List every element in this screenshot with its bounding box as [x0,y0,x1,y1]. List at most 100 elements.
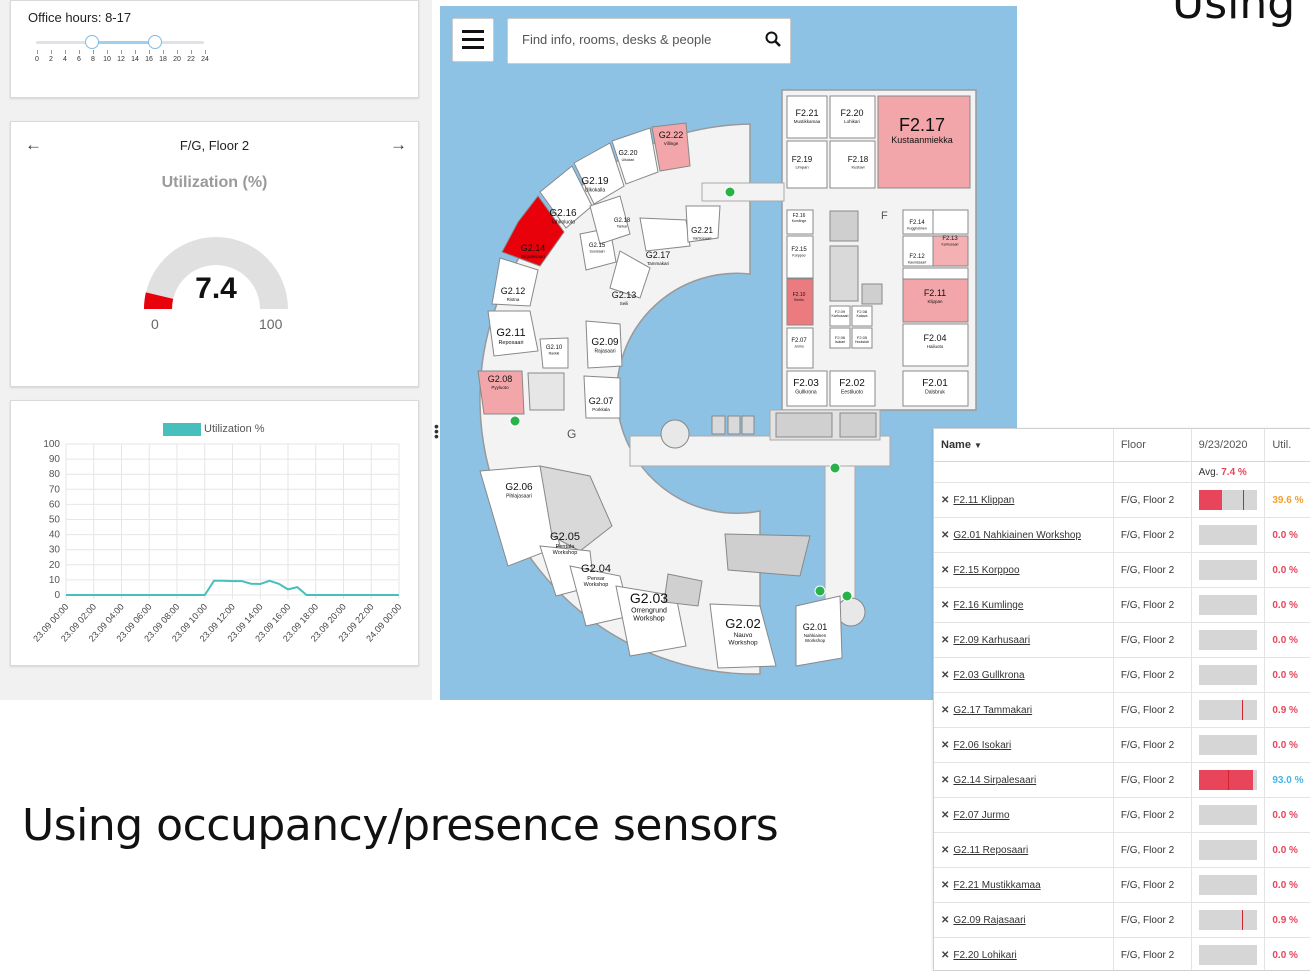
room-name-cell: ✕ F2.16 Kumlinge [934,588,1113,623]
column-header-date[interactable]: 9/23/2020 [1191,429,1265,462]
room-label[interactable]: F2.01 [922,378,948,389]
arrow-right-icon[interactable]: → [390,135,407,155]
table-row[interactable]: ✕G2.14 SirpalesaariF/G, Floor 293.0 % [934,763,1310,798]
room-label[interactable]: F2.19 [792,155,813,164]
column-header-floor[interactable]: Floor [1113,429,1191,462]
close-icon[interactable]: ✕ [941,600,949,611]
table-row[interactable]: ✕G2.01 Nahkiainen WorkshopF/G, Floor 20.… [934,518,1310,553]
room-link[interactable]: G2.17 Tammakari [953,705,1032,716]
room-label[interactable]: F2.13 [942,236,958,242]
room-link[interactable]: F2.21 Mustikkamaa [953,880,1040,891]
room-link[interactable]: G2.09 Rajasaari [953,915,1025,926]
room-label[interactable]: G2.11 [496,327,525,339]
close-icon[interactable]: ✕ [941,915,949,926]
close-icon[interactable]: ✕ [941,495,949,506]
room-label[interactable]: G2.10 [546,345,563,351]
room-link[interactable]: G2.01 Nahkiainen Workshop [953,530,1081,541]
room-label[interactable]: G2.01 [803,622,828,632]
room-name-label: Kustavi [851,164,864,169]
room-label[interactable]: G2.07 [589,396,614,406]
table-row[interactable]: ✕G2.09 RajasaariF/G, Floor 20.9 % [934,903,1310,938]
room-label[interactable]: G2.17 [646,250,671,260]
room-link[interactable]: F2.11 Klippan [953,495,1014,506]
room-link[interactable]: F2.03 Gullkrona [953,670,1024,681]
room-label[interactable]: G2.21 [691,226,713,235]
column-header-util[interactable]: Util. [1265,429,1310,462]
room-label[interactable]: G2.06 [505,482,533,493]
search-bar[interactable] [507,18,791,64]
room-label[interactable]: G2.05 [550,531,580,543]
close-icon[interactable]: ✕ [941,635,949,646]
room-label[interactable]: G2.14 [521,243,546,253]
resize-handle[interactable]: ••• [434,424,439,439]
room-name-cell: ✕ G2.11 Reposaari [934,833,1113,868]
office-hours-start-handle[interactable] [85,35,99,49]
room-link[interactable]: F2.06 Isokari [953,740,1011,751]
room-label[interactable]: G2.13 [612,290,637,300]
room-label[interactable]: G2.03 [630,590,668,606]
room-label[interactable]: G2.22 [659,130,684,140]
room-label[interactable]: F2.20 [840,108,863,118]
close-icon[interactable]: ✕ [941,845,949,856]
close-icon[interactable]: ✕ [941,810,949,821]
table-row[interactable]: ✕F2.11 KlippanF/G, Floor 239.6 % [934,483,1310,518]
close-icon[interactable]: ✕ [941,880,949,891]
room-name-label: Villinge [664,141,679,146]
table-row[interactable]: ✕G2.11 ReposaariF/G, Floor 20.0 % [934,833,1310,868]
close-icon[interactable]: ✕ [941,775,949,786]
room-label[interactable]: G2.16 [549,208,577,219]
room-link[interactable]: F2.20 Lohikari [953,950,1016,961]
hamburger-menu-icon[interactable] [452,18,494,62]
room-label[interactable]: G2.04 [581,563,611,575]
room-label[interactable]: F2.04 [923,333,946,343]
table-row[interactable]: ✕F2.20 LohikariF/G, Floor 20.0 % [934,938,1310,971]
room-name-label: Orrengrund [631,608,667,615]
close-icon[interactable]: ✕ [941,670,949,681]
office-hours-slider-range [92,41,155,44]
close-icon[interactable]: ✕ [941,950,949,961]
room-label[interactable]: G2.15 [589,243,606,249]
room-label[interactable]: F2.12 [909,254,925,260]
room-name-label: Limpan [795,164,808,169]
floor-map[interactable]: F2.21MustikkamaaF2.20LohikariF2.17Kustaa… [440,6,1017,700]
room-label[interactable]: F2.03 [793,378,819,389]
room-label[interactable]: G2.02 [725,616,760,631]
room-label[interactable]: G2.18 [614,218,631,224]
table-row[interactable]: ✕F2.09 KarhusaariF/G, Floor 20.0 % [934,623,1310,658]
room-label[interactable]: F2.02 [839,378,865,389]
room-label[interactable]: F2.15 [791,247,807,253]
room-label[interactable]: G2.09 [591,337,619,348]
room-label[interactable]: F2.21 [795,108,818,118]
close-icon[interactable]: ✕ [941,740,949,751]
room-label[interactable]: F2.07 [791,338,807,344]
search-icon[interactable] [764,30,782,48]
close-icon[interactable]: ✕ [941,705,949,716]
room-link[interactable]: F2.07 Jurmo [953,810,1009,821]
room-link[interactable]: F2.15 Korppoo [953,565,1019,576]
table-row[interactable]: ✕F2.06 IsokariF/G, Floor 20.0 % [934,728,1310,763]
room-label[interactable]: G2.08 [488,374,513,384]
table-row[interactable]: ✕F2.21 MustikkamaaF/G, Floor 20.0 % [934,868,1310,903]
table-row[interactable]: ✕F2.07 JurmoF/G, Floor 20.0 % [934,798,1310,833]
room-label[interactable]: F2.11 [924,288,946,298]
close-icon[interactable]: ✕ [941,530,949,541]
table-row[interactable]: ✕F2.15 KorppooF/G, Floor 20.0 % [934,553,1310,588]
room-link[interactable]: F2.09 Karhusaari [953,635,1030,646]
room-link[interactable]: G2.14 Sirpalesaari [953,775,1036,786]
office-hours-end-handle[interactable] [148,35,162,49]
table-row[interactable]: ✕F2.03 GullkronaF/G, Floor 20.0 % [934,658,1310,693]
room-link[interactable]: F2.16 Kumlinge [953,600,1023,611]
room-label[interactable]: G2.20 [618,150,637,157]
table-row[interactable]: ✕G2.17 TammakariF/G, Floor 20.9 % [934,693,1310,728]
room-link[interactable]: G2.11 Reposaari [953,845,1028,856]
search-input[interactable] [520,31,759,48]
room-label[interactable]: F2.17 [899,115,945,135]
room-label[interactable]: G2.19 [581,176,609,187]
room-label[interactable]: F2.18 [848,155,869,164]
column-header-name[interactable]: Name ▼ [934,429,1113,462]
close-icon[interactable]: ✕ [941,565,949,576]
room-name-cell: ✕ F2.11 Klippan [934,483,1113,518]
room-label[interactable]: F2.14 [909,220,925,226]
room-label[interactable]: G2.12 [501,286,526,296]
table-row[interactable]: ✕F2.16 KumlingeF/G, Floor 20.0 % [934,588,1310,623]
